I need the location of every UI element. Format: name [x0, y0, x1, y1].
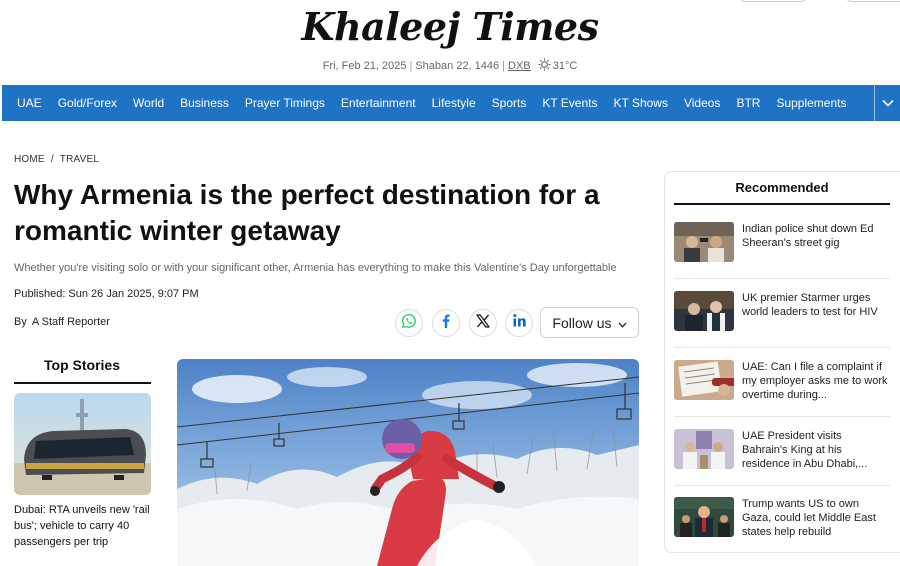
recommended-thumbnail: [674, 291, 734, 331]
breadcrumb-home[interactable]: HOME: [14, 154, 45, 165]
weather-city[interactable]: DXB: [508, 60, 531, 72]
top-story-image[interactable]: [14, 393, 151, 495]
byline: By A Staff Reporter: [14, 316, 110, 328]
recommended-thumbnail: [674, 429, 734, 469]
nav-item-world[interactable]: World: [133, 96, 164, 110]
linkedin-share-button[interactable]: [505, 309, 533, 337]
site-logo[interactable]: Khaleej Times: [0, 4, 900, 49]
breadcrumb: HOME / TRAVEL: [14, 154, 99, 165]
recommended-title: Recommended: [735, 180, 829, 195]
follow-us-button[interactable]: Follow us: [540, 307, 639, 338]
recommended-item-headline: Trump wants US to own Gaza, could let Mi…: [742, 498, 876, 538]
nav-items: UAE Gold/Forex World Business Prayer Tim…: [17, 85, 862, 121]
recommended-item-headline: UAE: Can I file a complaint if my employ…: [742, 361, 888, 401]
author-name[interactable]: A Staff Reporter: [32, 316, 110, 328]
facebook-icon: [438, 313, 454, 334]
top-utility-button[interactable]: [846, 0, 900, 2]
recommended-thumbnail: [674, 360, 734, 400]
sun-icon: [537, 58, 551, 74]
nav-item-supplements[interactable]: Supplements: [776, 96, 846, 110]
x-share-button[interactable]: [469, 309, 497, 337]
nav-item-gold-forex[interactable]: Gold/Forex: [58, 96, 117, 110]
recommended-item[interactable]: UAE President visits Bahrain's King at h…: [674, 417, 890, 486]
recommended-thumbnail: [674, 497, 734, 537]
recommended-item-headline: UK premier Starmer urges world leaders t…: [742, 292, 878, 318]
nav-more-button[interactable]: [874, 85, 900, 121]
divider: [14, 382, 151, 384]
nav-item-btr[interactable]: BTR: [736, 96, 760, 110]
recommended-item[interactable]: UK premier Starmer urges world leaders t…: [674, 279, 890, 348]
current-date: Fri, Feb 21, 2025: [322, 60, 407, 72]
follow-us-label: Follow us: [552, 314, 612, 331]
temperature: 31°C: [552, 60, 578, 72]
article-headline: Why Armenia is the perfect destination f…: [14, 179, 600, 246]
breadcrumb-separator: /: [50, 154, 54, 165]
nav-item-kt-shows[interactable]: KT Shows: [613, 96, 667, 110]
recommended-item-headline: Indian police shut down Ed Sheeran's str…: [742, 223, 874, 249]
nav-item-videos[interactable]: Videos: [684, 96, 720, 110]
recommended-thumbnail: [674, 222, 734, 262]
dateline: Fri, Feb 21, 2025 | Shaban 22, 1446 | DXB 31…: [322, 58, 578, 74]
divider: [674, 203, 890, 205]
article-subheadline: Whether you're visiting solo or with you…: [14, 262, 617, 274]
nav-item-sports[interactable]: Sports: [492, 96, 527, 110]
byline-prefix: By: [14, 316, 27, 328]
breadcrumb-section[interactable]: TRAVEL: [60, 154, 99, 165]
nav-item-business[interactable]: Business: [180, 96, 229, 110]
facebook-share-button[interactable]: [432, 309, 460, 337]
recommended-item[interactable]: Trump wants US to own Gaza, could let Mi…: [674, 486, 890, 555]
nav-item-uae[interactable]: UAE: [17, 96, 42, 110]
chevron-down-icon: [612, 315, 627, 331]
x-icon: [476, 313, 490, 333]
main-nav: UAE Gold/Forex World Business Prayer Tim…: [2, 85, 900, 121]
top-story-headline[interactable]: Dubai: RTA unveils new 'rail bus'; vehic…: [14, 502, 154, 550]
chevron-down-icon: [881, 94, 894, 112]
whatsapp-icon: [401, 313, 417, 334]
nav-item-lifestyle[interactable]: Lifestyle: [432, 96, 476, 110]
whatsapp-share-button[interactable]: [395, 309, 423, 337]
recommended-item[interactable]: UAE: Can I file a complaint if my employ…: [674, 348, 890, 417]
hijri-date: Shaban 22, 1446: [415, 60, 500, 72]
recommended-item[interactable]: Indian police shut down Ed Sheeran's str…: [674, 210, 890, 279]
top-stories-title: Top Stories: [44, 357, 120, 373]
published-date: Published: Sun 26 Jan 2025, 9:07 PM: [14, 288, 199, 300]
nav-item-entertainment[interactable]: Entertainment: [341, 96, 416, 110]
nav-item-kt-events[interactable]: KT Events: [542, 96, 597, 110]
nav-item-prayer-timings[interactable]: Prayer Timings: [245, 96, 325, 110]
recommended-item-headline: UAE President visits Bahrain's King at h…: [742, 430, 868, 470]
masthead: Khaleej Times Fri, Feb 21, 2025 | Shaban 2…: [0, 0, 900, 85]
linkedin-icon: [512, 313, 527, 333]
hero-image: [177, 359, 639, 566]
top-utility-button[interactable]: [740, 0, 806, 2]
